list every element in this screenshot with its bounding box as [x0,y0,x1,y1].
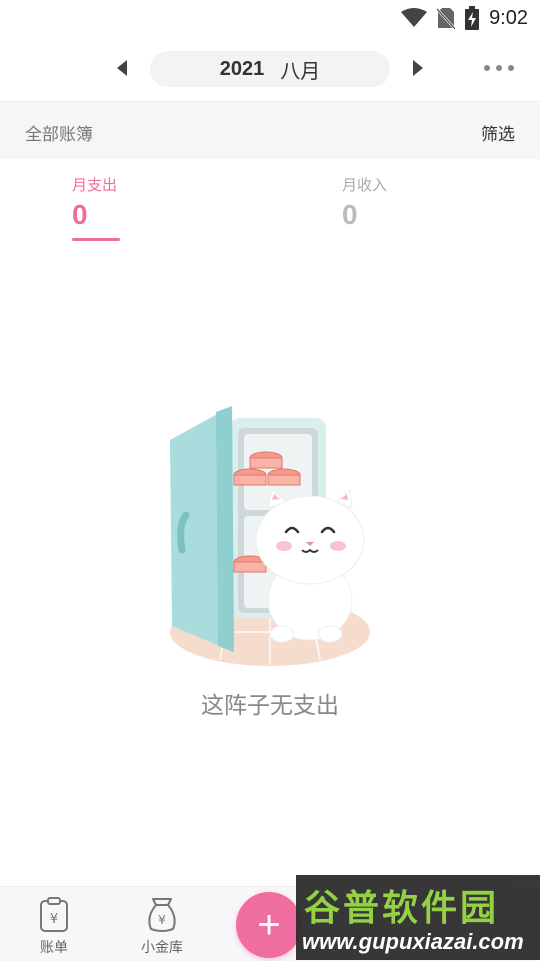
active-tab-indicator [72,238,120,241]
wifi-icon [401,8,428,27]
status-time: 9:02 [489,6,528,29]
no-sim-icon [437,8,456,29]
filter-button[interactable]: 筛选 [481,120,515,145]
empty-fridge-cat-illustration [170,406,370,666]
empty-state-message: 这阵子无支出 [201,693,339,719]
tab-monthly-income[interactable]: 月收入 0 [342,174,387,231]
svg-text:¥: ¥ [50,912,58,927]
nav-item-bills[interactable]: ¥ 账单 [22,895,86,957]
more-options-icon[interactable] [484,65,514,71]
income-label: 月收入 [342,176,388,194]
next-month-arrow-icon[interactable] [413,60,423,76]
money-bag-yen-icon: ¥ [148,898,176,932]
add-record-button[interactable]: + [236,892,302,958]
filter-bar: 全部账簿 筛选 [0,101,540,159]
watermark-url: www.gupuxiazai.com [302,929,524,954]
nav-item-vault[interactable]: ¥ 小金库 [130,895,194,957]
nav-label-vault: 小金库 [141,940,183,956]
status-icons: 9:02 [401,6,528,30]
battery-charging-icon [465,6,480,30]
watermark-title: 谷普软件园 [304,888,500,929]
expense-value: 0 [72,199,88,230]
year-label: 2021 [219,57,265,80]
month-header: 2021 八月 [0,46,540,92]
clipboard-yen-icon: ¥ [40,897,68,932]
prev-month-arrow-icon[interactable] [117,60,127,76]
status-bar: 9:02 [0,0,540,36]
dot [484,65,490,71]
tab-monthly-expense[interactable]: 月支出 0 [72,174,117,231]
month-label: 八月 [280,58,321,83]
nav-label-bills: 账单 [40,940,68,956]
income-value: 0 [342,199,358,230]
plus-icon: + [257,903,281,947]
dot [496,65,502,71]
ledger-selector[interactable]: 全部账簿 [25,120,93,145]
svg-text:¥: ¥ [158,913,166,927]
watermark-logo: 谷普软件园 www.gupuxiazai.com [296,875,540,960]
expense-label: 月支出 [72,176,118,194]
month-selector[interactable]: 2021 八月 [150,51,390,87]
dot [508,65,514,71]
